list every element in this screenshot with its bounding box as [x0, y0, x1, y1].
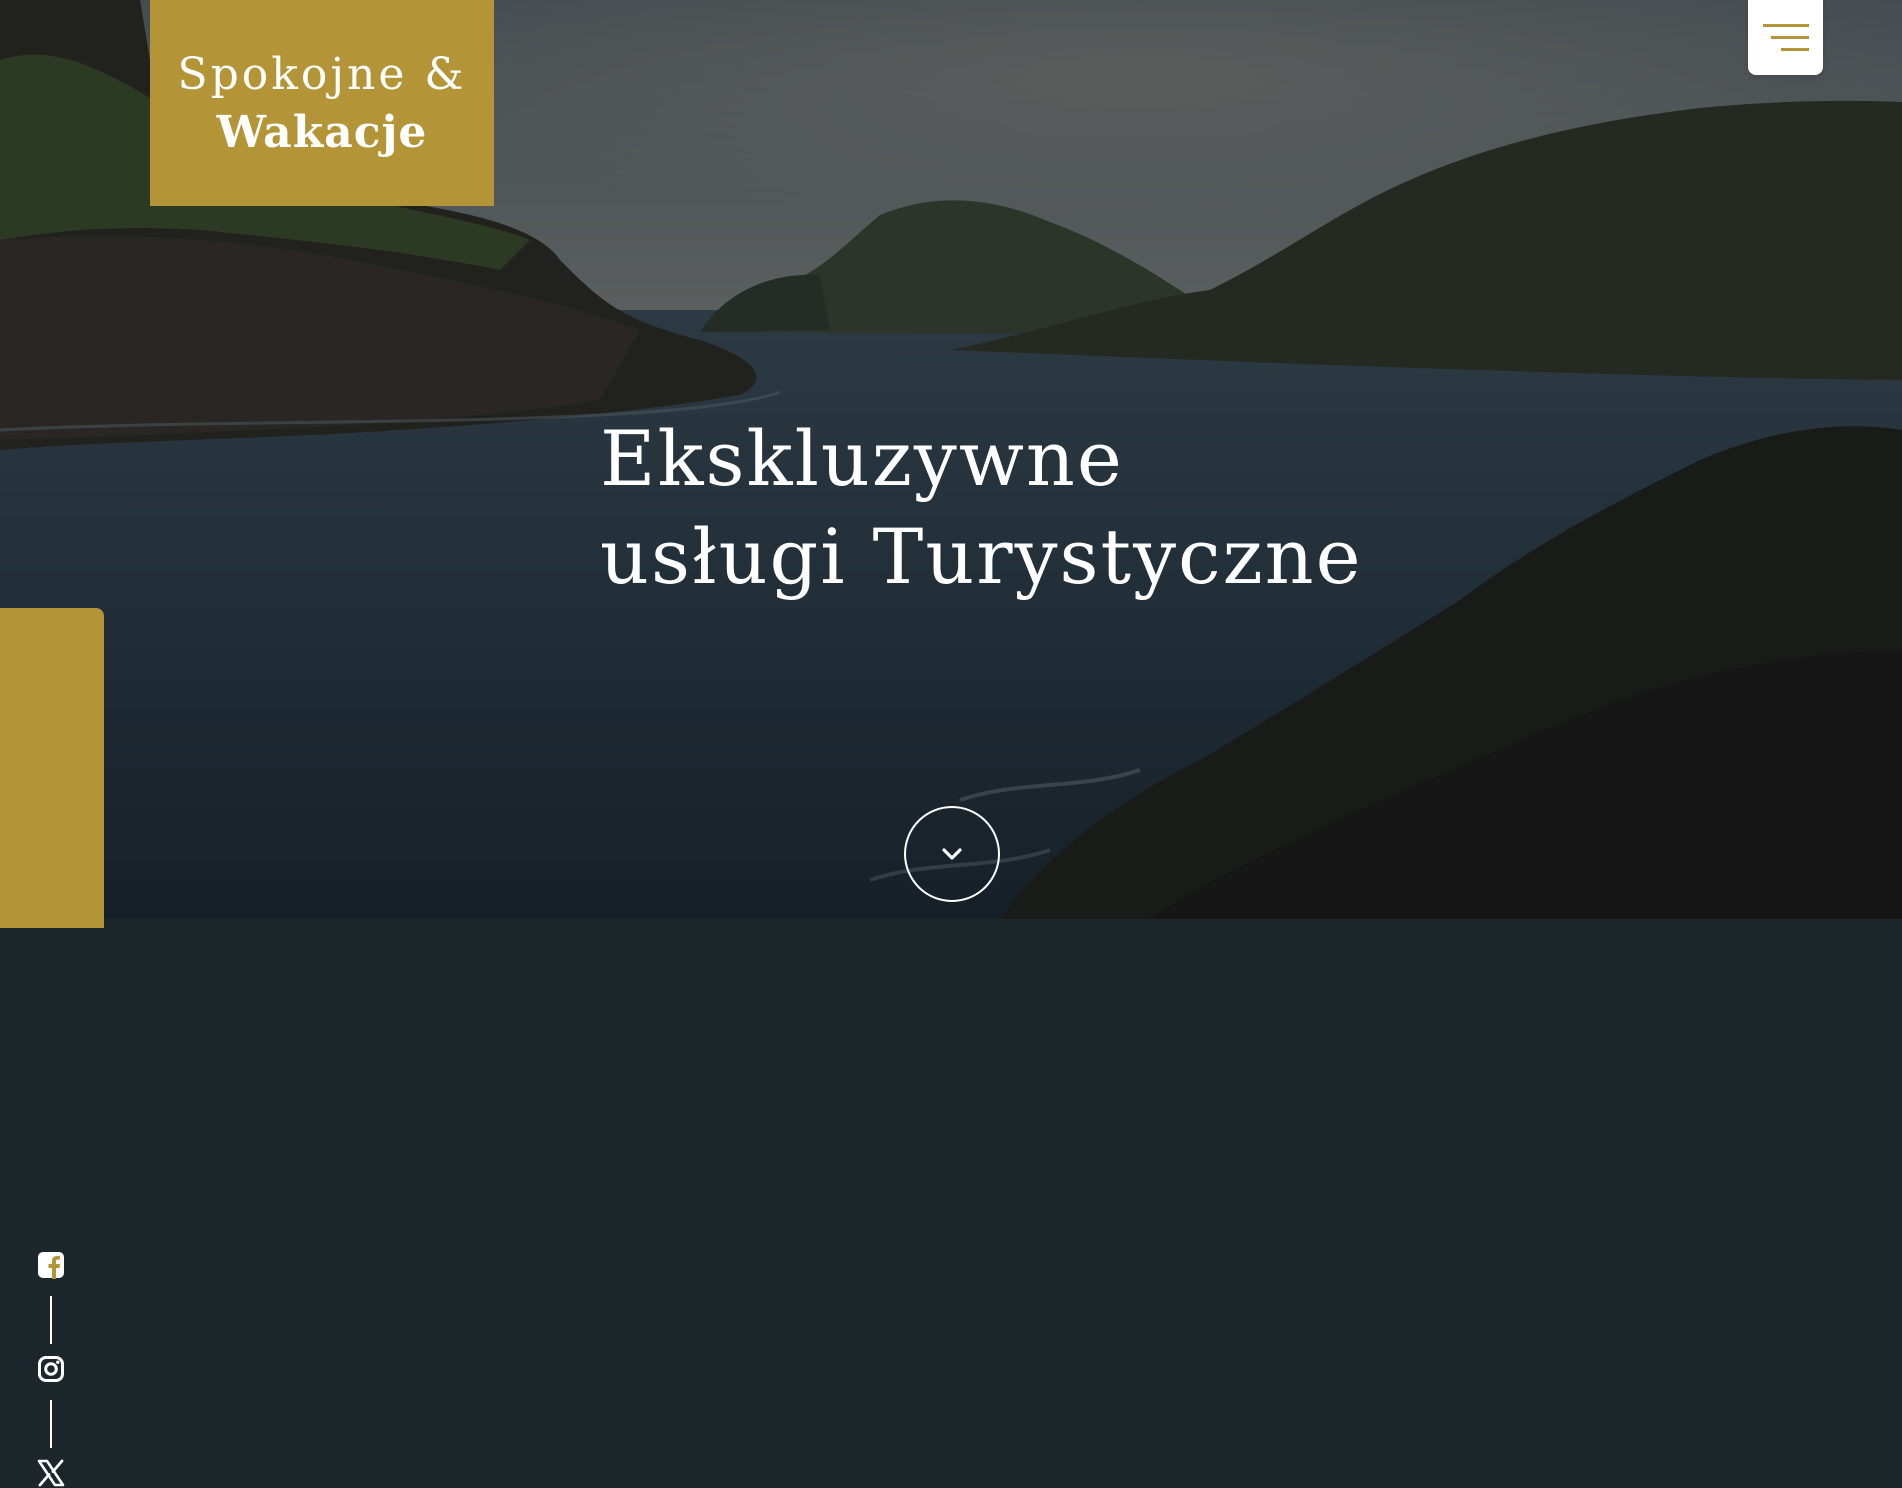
x-twitter-link[interactable]: [36, 1458, 66, 1488]
hero-headline: Ekskluzywne usługi Turystyczne: [600, 410, 1500, 606]
scroll-down-button[interactable]: [904, 806, 1000, 902]
social-divider: [50, 1296, 52, 1344]
hamburger-menu-icon: [1762, 23, 1809, 51]
brand-line-2: Wakacje: [216, 107, 428, 158]
facebook-link[interactable]: [36, 1250, 66, 1280]
hero-headline-line-2: usługi Turystyczne: [600, 512, 1363, 601]
menu-button[interactable]: [1748, 0, 1823, 75]
brand-line-1: Spokojne &: [177, 49, 467, 100]
social-links-panel: [0, 608, 104, 1487]
x-twitter-icon: [37, 1459, 65, 1487]
social-divider: [50, 1400, 52, 1448]
instagram-link[interactable]: [36, 1354, 66, 1384]
facebook-icon: [38, 1252, 64, 1279]
instagram-icon: [38, 1356, 64, 1382]
brand-logo[interactable]: Spokojne & Wakacje: [150, 0, 494, 206]
hero-headline-line-1: Ekskluzywne: [600, 414, 1124, 503]
chevron-down-icon: [942, 848, 962, 860]
